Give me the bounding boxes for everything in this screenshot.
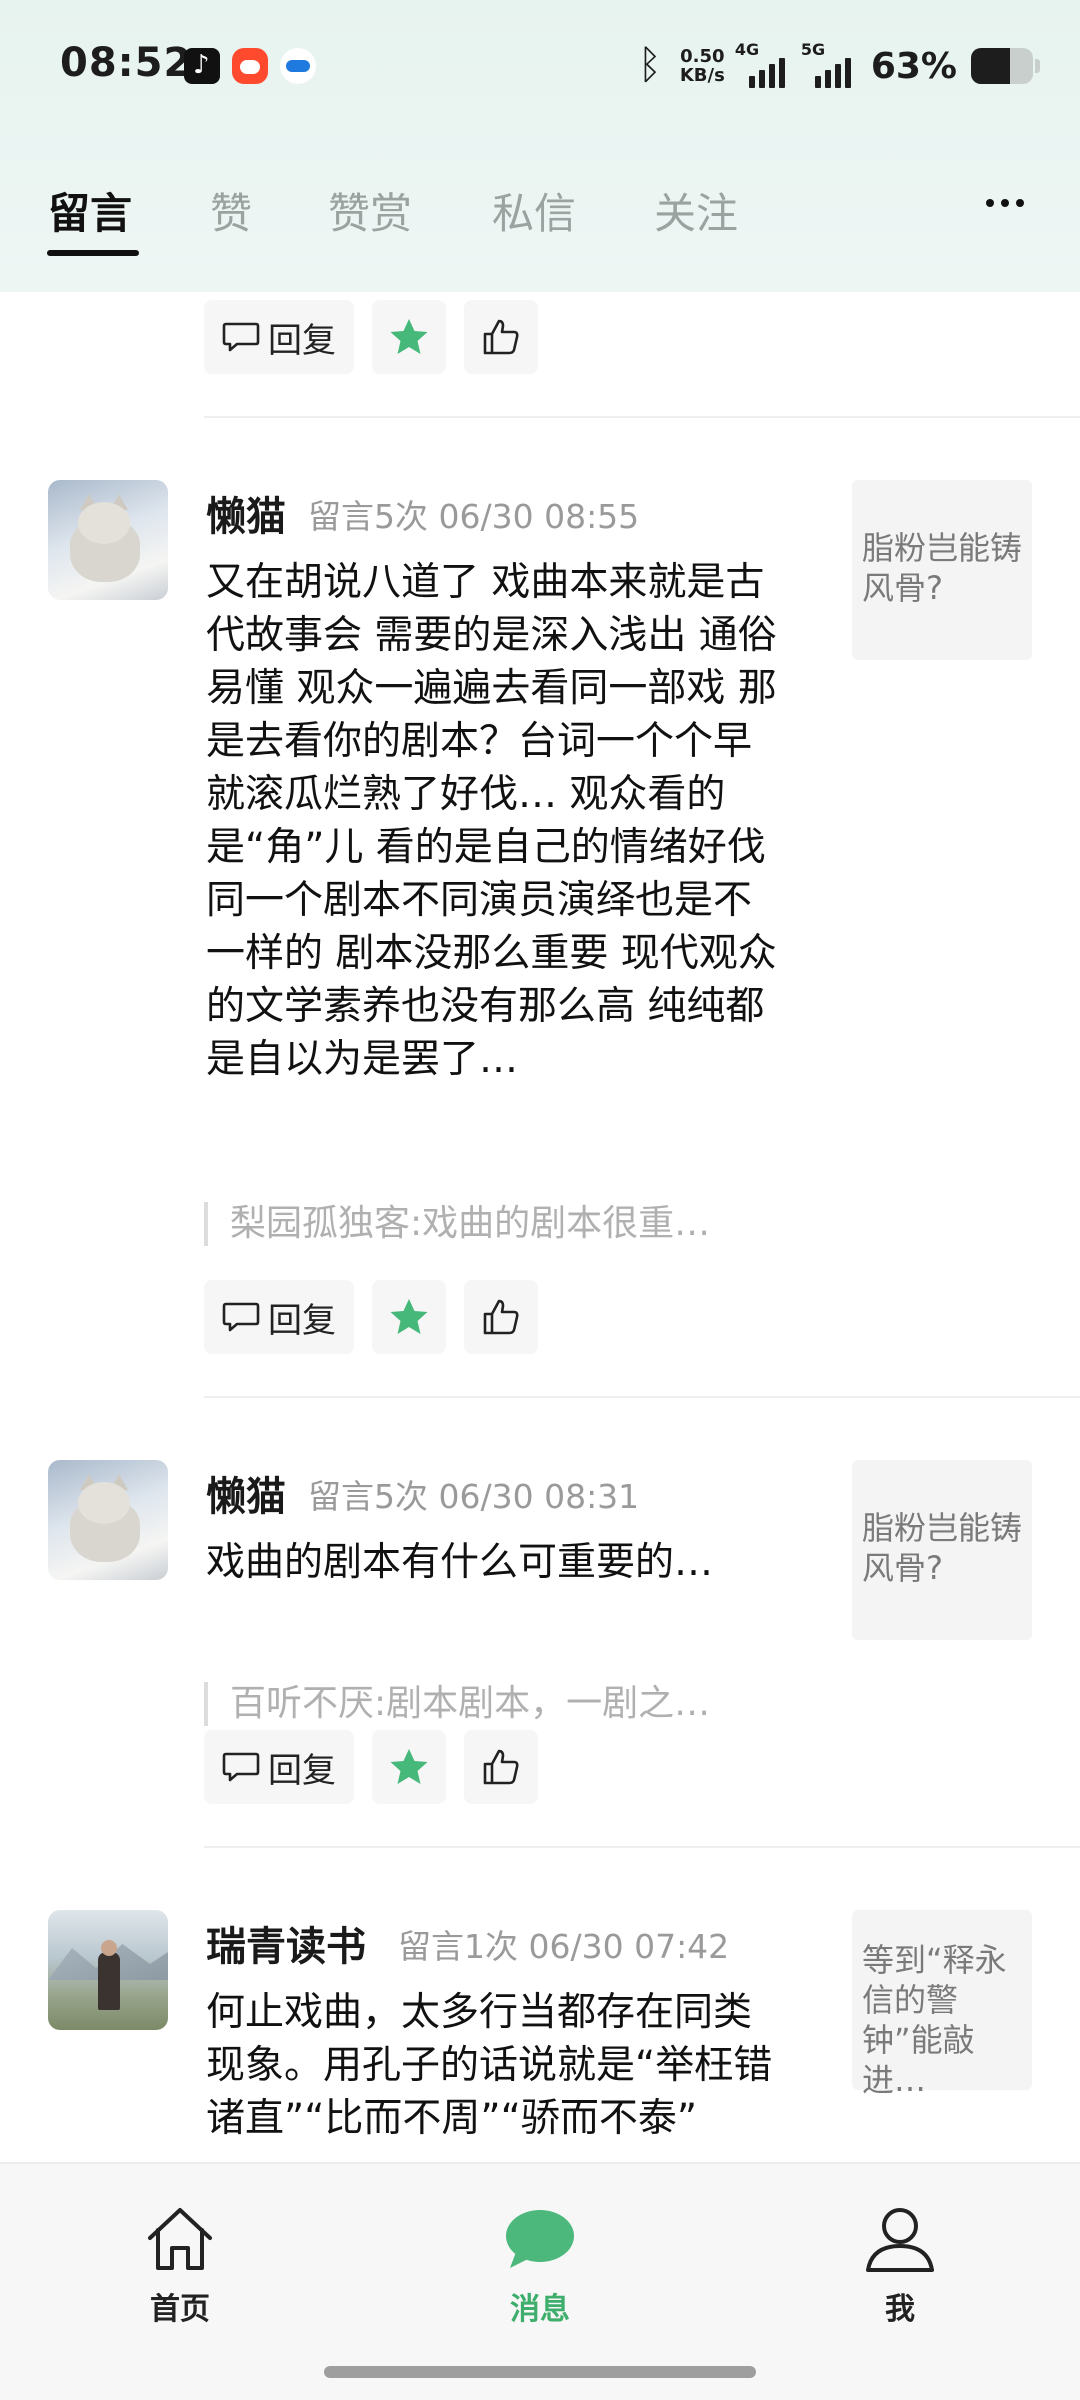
reply-icon — [222, 1302, 260, 1332]
comment-meta: 留言1次 06/30 07:42 — [398, 1927, 730, 1966]
quoted-comment[interactable]: 梨园孤独客:戏曲的剧本很重… — [204, 1202, 804, 1246]
reply-label: 回复 — [268, 1750, 336, 1791]
tiktok-icon — [184, 48, 220, 84]
article-thumbnail[interactable]: 脂粉岂能铸风骨? — [852, 480, 1032, 660]
divider — [204, 1396, 1080, 1398]
comment-text: 又在胡说八道了 戏曲本来就是古代故事会 需要的是深入浅出 通俗易懂 观众一遍遍去… — [206, 560, 777, 1082]
tab-likes[interactable]: 赞 — [210, 180, 252, 241]
tab-comments[interactable]: 留言 — [48, 180, 132, 241]
signal-5g-icon: 5G — [801, 40, 857, 88]
header: 08:52 0.50 KB/s 4G 5G — [0, 0, 1080, 292]
star-icon — [390, 319, 428, 354]
comment-meta: 留言5次 06/30 08:31 — [308, 1477, 640, 1516]
reply-button[interactable]: 回复 — [204, 1730, 354, 1804]
bluetooth-icon — [636, 42, 666, 88]
nav-messages[interactable]: 消息 — [460, 2204, 620, 2327]
home-icon — [148, 2208, 212, 2270]
comment-feed[interactable]: 回复 懒猫 留言5次 06/30 08:55 又在胡说八道了 戏曲本来就是古代故… — [0, 292, 1080, 2162]
network-speed: 0.50 KB/s — [680, 47, 725, 85]
message-icon — [506, 2210, 574, 2268]
comment-text: 戏曲的剧本有什么可重要的… — [206, 1540, 714, 1585]
like-button[interactable] — [464, 1280, 538, 1354]
red-app-icon — [232, 48, 268, 84]
quoted-comment[interactable]: 百听不厌:剧本剧本，一剧之… — [204, 1682, 804, 1726]
comment-meta: 留言5次 06/30 08:55 — [308, 497, 640, 536]
status-time: 08:52 — [60, 40, 193, 86]
reply-label: 回复 — [268, 1300, 336, 1341]
star-icon — [390, 1299, 428, 1334]
nav-me-label: 我 — [885, 2292, 915, 2327]
thumbs-up-icon — [483, 319, 519, 355]
star-button[interactable] — [372, 300, 446, 374]
signal-4g-label: 4G — [734, 40, 760, 59]
signal-4g-icon: 4G — [735, 40, 791, 88]
reply-button[interactable]: 回复 — [204, 300, 354, 374]
active-tab-indicator — [47, 250, 139, 256]
more-options-button[interactable] — [970, 178, 1040, 228]
comment-text: 何止戏曲，太多行当都存在同类现象。用孔子的话说就是“举枉错诸直”“比而不周”“骄… — [206, 1990, 773, 2141]
more-dot-icon — [1016, 199, 1024, 207]
reply-icon — [222, 1752, 260, 1782]
action-row: 回复 — [204, 1730, 538, 1804]
reply-label: 回复 — [268, 320, 336, 361]
status-bar: 08:52 0.50 KB/s 4G 5G — [0, 0, 1080, 135]
reply-icon — [222, 322, 260, 352]
network-speed-unit: KB/s — [679, 65, 725, 86]
action-row: 回复 — [204, 1280, 538, 1354]
star-button[interactable] — [372, 1730, 446, 1804]
more-dot-icon — [1001, 199, 1009, 207]
battery-icon — [971, 48, 1033, 84]
network-speed-value: 0.50 — [680, 46, 725, 67]
nav-me[interactable]: 我 — [820, 2204, 980, 2327]
like-button[interactable] — [464, 300, 538, 374]
gesture-home-bar[interactable] — [324, 2366, 756, 2378]
article-thumbnail[interactable]: 脂粉岂能铸风骨? — [852, 1460, 1032, 1640]
commenter-name[interactable]: 懒猫 — [206, 1464, 286, 1522]
tab-rewards[interactable]: 赞赏 — [328, 180, 412, 241]
nav-home[interactable]: 首页 — [100, 2204, 260, 2327]
more-dot-icon — [986, 199, 994, 207]
avatar[interactable] — [48, 1910, 168, 2030]
article-thumbnail[interactable]: 等到“释永信的警钟”能敲进… — [852, 1910, 1032, 2099]
commenter-name[interactable]: 瑞青读书 — [206, 1914, 366, 1972]
signal-5g-label: 5G — [800, 40, 826, 59]
blue-app-icon — [280, 48, 316, 84]
nav-home-label: 首页 — [150, 2292, 210, 2327]
star-icon — [390, 1749, 428, 1784]
profile-icon — [866, 2208, 934, 2272]
bottom-navigation: 首页 消息 我 — [0, 2162, 1080, 2400]
tab-bar: 留言 赞 赞赏 私信 关注 — [0, 170, 1080, 270]
battery-cap — [1035, 59, 1040, 73]
avatar[interactable] — [48, 1460, 168, 1580]
star-button[interactable] — [372, 1280, 446, 1354]
nav-messages-label: 消息 — [510, 2292, 570, 2327]
tab-private-messages[interactable]: 私信 — [492, 180, 576, 241]
thumbs-up-icon — [483, 1749, 519, 1785]
divider — [204, 416, 1080, 418]
reply-button[interactable]: 回复 — [204, 1280, 354, 1354]
tab-follows[interactable]: 关注 — [654, 180, 738, 241]
battery-percent: 63% — [870, 45, 957, 87]
status-indicators: 0.50 KB/s 4G 5G 63% — [636, 38, 1040, 94]
action-row: 回复 — [204, 300, 538, 374]
like-button[interactable] — [464, 1730, 538, 1804]
thumbs-up-icon — [483, 1299, 519, 1335]
divider — [204, 1846, 1080, 1848]
commenter-name[interactable]: 懒猫 — [206, 484, 286, 542]
avatar[interactable] — [48, 480, 168, 600]
